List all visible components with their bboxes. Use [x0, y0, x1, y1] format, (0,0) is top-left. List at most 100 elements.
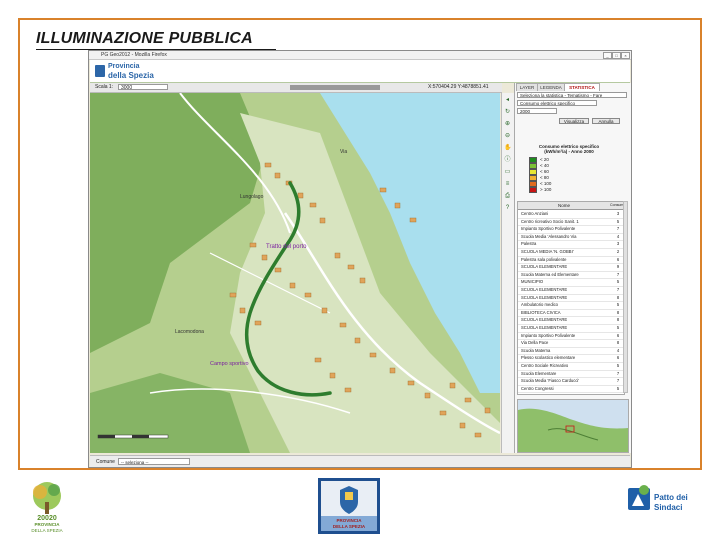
year-select[interactable]: 2000 — [517, 108, 557, 114]
legend-swatch — [529, 187, 537, 193]
row-value: 4 — [616, 233, 620, 239]
map-label-campo: Campo sportivo — [210, 361, 249, 367]
brand-line2: della Spezia — [108, 71, 154, 80]
row-value: 3 — [616, 241, 620, 247]
row-name: Impianto Sportivo Polivalente — [521, 332, 576, 338]
print-icon[interactable]: ⎙ — [504, 193, 511, 200]
covenant-logo-icon: Patto dei Sindaci — [628, 485, 688, 512]
row-name: Centro Anziani — [521, 211, 549, 216]
row-name: Scuola Elementare — [521, 370, 557, 376]
crest-logo-icon: PROVINCIA DELLA SPEZIA — [318, 478, 380, 534]
row-value: 7 — [616, 370, 620, 376]
logo-patto-dei-sindaci: Patto dei Sindaci — [626, 480, 698, 530]
map-canvas[interactable]: Tratto del porto Campo sportivo Lungolag… — [90, 93, 500, 453]
map-label-lacomodona: Lacomodona — [175, 329, 204, 335]
table-scrollbar[interactable] — [623, 201, 628, 393]
row-name: SCUOLA ELEMENTARE — [521, 287, 568, 292]
row-value: 5 — [616, 279, 620, 285]
row-value: 8 — [616, 294, 620, 300]
legend-item: < 100 — [529, 181, 551, 187]
pan-left-icon[interactable]: ◂ — [504, 97, 511, 104]
legend-title: Consumo elettrico specifico (kWh/m²/a) -… — [538, 144, 600, 154]
row-name: Palestra sala polivalente — [521, 256, 567, 262]
legend-item: < 40 — [529, 163, 549, 169]
row-name: Scuola Media 'Alessandro Via — [521, 233, 577, 239]
help-icon[interactable]: ? — [504, 205, 511, 212]
row-name: Scuola Media 'Fiasco Carducci' — [521, 378, 580, 384]
right-panel: LAYER LEGENDA STATISTICA Seleziona la st… — [514, 83, 631, 453]
tab-statistica[interactable]: STATISTICA — [564, 83, 600, 91]
row-name: Palestra — [521, 241, 537, 247]
row-name: SCUOLA MEDIA 'N. GOBBI' — [521, 249, 574, 254]
legend-item: < 80 — [529, 175, 549, 181]
map-label-via: Via — [340, 149, 347, 155]
brand-line1: Provincia — [108, 63, 140, 70]
info-icon[interactable]: ⓘ — [504, 157, 511, 164]
cancel-button[interactable]: Annulla — [592, 118, 620, 124]
logo-left-line3: DELLA SPEZIA — [31, 528, 62, 533]
logo-right-line1: Patto dei — [654, 493, 688, 502]
map-label-lungolago: Lungolago — [240, 194, 264, 200]
comune-select[interactable]: -- seleziona -- — [118, 458, 190, 465]
row-name: Plesso scolastico elementare — [521, 355, 576, 361]
row-value: 8 — [616, 309, 620, 315]
map-scale-bar — [97, 434, 169, 439]
map-label-porto: Tratto del porto — [266, 244, 307, 250]
slide-title: ILLUMINAZIONE PUBBLICA — [36, 30, 253, 47]
row-name: SCUOLA ELEMENTARE — [521, 325, 568, 330]
row-name: Centro Congressi — [521, 385, 554, 391]
overview-minimap[interactable] — [517, 399, 629, 453]
comune-label: Comune — [96, 459, 115, 465]
map-tools-column: ◂ ↻ ⊕ ⊖ ✋ ⓘ ▭ ≡ ⎙ ? — [501, 93, 514, 453]
map-svg: Tratto del porto Campo sportivo Lungolag… — [90, 93, 500, 453]
statistics-table: Nome Consumo Centro Anziani 3 Centro ricre… — [517, 201, 625, 395]
maximize-icon[interactable]: □ — [612, 52, 621, 59]
row-name: BIBLIOTECA CIVICA — [521, 309, 561, 315]
tab-layer[interactable]: LAYER — [516, 83, 538, 91]
map-toolbar: Scala 1: 3000 X:570404.29 Y:4878851.41 — [90, 83, 502, 93]
row-name: Centro ricreativo Socio Sanit. 1 — [521, 218, 579, 224]
row-name: Scuola Materna — [521, 347, 551, 353]
type-select[interactable]: Consumo elettrico specifico — [517, 100, 597, 106]
row-value: 5 — [616, 363, 620, 368]
analysis-select[interactable]: Seleziona la statistica - Tematismo - Fa… — [517, 92, 627, 98]
row-value: 7 — [616, 226, 620, 232]
measure-icon[interactable]: ▭ — [504, 169, 511, 176]
row-value: 4 — [616, 347, 620, 353]
scale-input[interactable]: 3000 — [118, 84, 168, 91]
zoom-in-icon[interactable]: ⊕ — [504, 121, 511, 128]
row-value: 9 — [616, 264, 620, 270]
row-value: 5 — [616, 302, 620, 308]
layers-icon[interactable]: ≡ — [504, 181, 511, 188]
view-button[interactable]: Visualizza — [559, 118, 589, 124]
row-value: 6 — [616, 256, 620, 262]
row-name: Scuola Materna ed Elementare — [521, 271, 579, 277]
row-name: SCUOLA ELEMENTARE — [521, 264, 568, 270]
tab-legenda[interactable]: LEGENDA — [537, 83, 565, 91]
window-title: PG Geo2012 - Mozilla Firefox — [101, 52, 167, 58]
app-banner: Provincia della Spezia — [90, 60, 630, 83]
refresh-icon[interactable]: ↻ — [504, 109, 511, 116]
minimap-svg — [518, 408, 628, 452]
logo-20020-provincia: 20020 PROVINCIA DELLA SPEZIA — [22, 478, 72, 534]
table-header-consumption[interactable]: Consumo — [610, 202, 624, 210]
zoom-out-icon[interactable]: ⊖ — [504, 133, 511, 140]
scale-label: Scala 1: — [95, 84, 114, 90]
logo-center-line2: DELLA SPEZIA — [333, 524, 366, 529]
minimize-icon[interactable]: _ — [603, 52, 612, 59]
close-icon[interactable]: × — [621, 52, 630, 59]
row-value: 6 — [616, 332, 620, 338]
hand-icon[interactable]: ✋ — [504, 145, 511, 152]
row-value: 5 — [616, 325, 620, 330]
layer-progress-bar — [290, 85, 380, 90]
table-row[interactable]: Centro Congressi 5 — [518, 385, 624, 394]
coordinates-readout: X:570404.29 Y:4878851.41 — [428, 84, 489, 90]
province-crest-icon — [95, 65, 105, 77]
row-value: 5 — [616, 385, 620, 391]
row-value: 7 — [616, 287, 620, 292]
row-value: 5 — [616, 218, 620, 224]
row-value: 8 — [616, 340, 620, 346]
row-value: 3 — [616, 211, 620, 216]
table-header-name[interactable]: Nome — [518, 202, 610, 210]
row-name: Centro Sociale Ricreativo — [521, 363, 569, 368]
